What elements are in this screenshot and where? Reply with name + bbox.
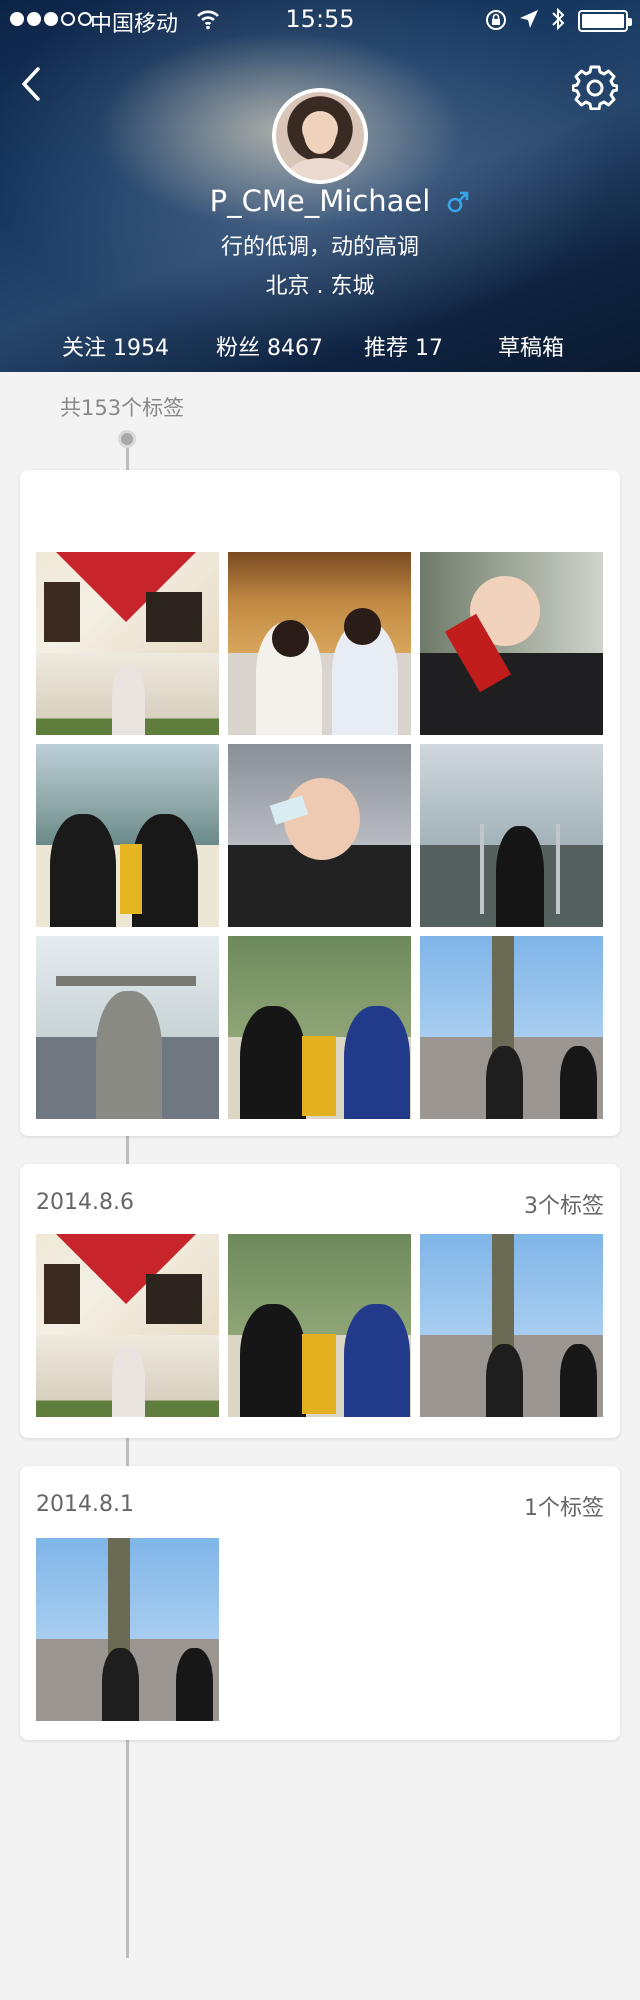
fans-stat[interactable]: 粉丝 8467 [216,330,323,362]
battery-icon [578,10,632,32]
card-tag-count: 3个标签 [524,1194,604,1219]
photo-thumbnail[interactable] [228,936,411,1119]
timeline-card: 2014.8.1 1个标签 [20,1466,620,1740]
photo-thumbnail[interactable] [36,744,219,927]
photo-thumbnail[interactable] [420,552,603,735]
card-tag-count: 1个标签 [524,1496,604,1521]
user-avatar[interactable] [272,88,368,184]
bluetooth-icon [552,7,565,31]
user-motto: 行的低调，动的高调 [220,235,419,260]
status-bar: 中国移动 15:55 [0,0,640,40]
location-arrow-icon [520,10,538,28]
timeline-node [118,430,136,448]
rotation-lock-icon [486,10,506,30]
card-date: 2014.8.1 [36,1492,134,1517]
recommend-stat[interactable]: 推荐 17 [364,330,443,362]
back-chevron-icon[interactable] [18,66,44,102]
male-icon [447,191,469,213]
following-stat[interactable]: 关注 1954 [62,330,169,362]
profile-stats: 关注 1954 粉丝 8467 推荐 17 草稿箱 [0,330,640,366]
photo-thumbnail[interactable] [36,552,219,735]
timeline-card: 2014.8.6 3个标签 [20,1164,620,1438]
photo-thumbnail[interactable] [420,744,603,927]
photo-thumbnail[interactable] [228,1234,411,1417]
tag-count-label: 共153个标签 [60,396,185,420]
timeline-card [20,470,620,1136]
profile-header: 中国移动 15:55 P_CMe_Michael 行的低调，动的高调 北京 . … [0,0,640,372]
drafts-link[interactable]: 草稿箱 [498,330,564,362]
photo-thumbnail[interactable] [228,744,411,927]
username: P_CMe_Michael [209,184,431,218]
status-time: 15:55 [285,5,355,33]
photo-thumbnail[interactable] [36,1538,219,1721]
photo-thumbnail[interactable] [420,936,603,1119]
photo-thumbnail[interactable] [36,936,219,1119]
photo-thumbnail[interactable] [36,1234,219,1417]
photo-thumbnail[interactable] [420,1234,603,1417]
settings-gear-icon[interactable] [572,64,618,110]
user-location: 北京 . 东城 [265,274,375,299]
card-date: 2014.8.6 [36,1190,134,1215]
photo-thumbnail[interactable] [228,552,411,735]
